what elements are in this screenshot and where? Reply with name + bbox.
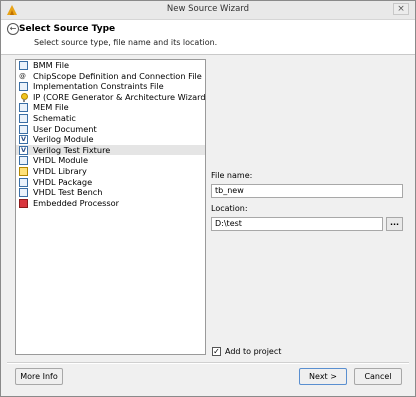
- new-source-wizard-window: New Source Wizard × ← Select Source Type…: [0, 0, 416, 397]
- list-item[interactable]: MEM File: [16, 102, 205, 113]
- list-item-label: VHDL Library: [33, 165, 87, 176]
- list-item-label: VHDL Test Bench: [33, 187, 103, 198]
- list-item-label: MEM File: [33, 102, 69, 113]
- list-item[interactable]: @ ChipScope Definition and Connection Fil…: [16, 71, 205, 82]
- doc-icon: [19, 188, 28, 198]
- list-item-label: Verilog Module: [33, 134, 94, 145]
- add-to-project-label: Add to project: [225, 347, 282, 356]
- verilog-icon: V: [19, 135, 28, 145]
- list-item-label: User Document: [33, 123, 97, 134]
- footer-divider: [7, 362, 409, 364]
- list-item-label: Implementation Constraints File: [33, 81, 164, 92]
- doc-icon: [19, 103, 28, 113]
- processor-icon: [19, 198, 28, 208]
- list-item-label: VHDL Module: [33, 155, 88, 166]
- list-item[interactable]: VHDL Package: [16, 177, 205, 188]
- lightbulb-icon: [19, 92, 28, 102]
- window-title: New Source Wizard: [166, 4, 250, 14]
- browse-button[interactable]: ...: [386, 217, 403, 231]
- doc-icon: [19, 124, 28, 134]
- list-item-label: Schematic: [33, 112, 76, 123]
- more-info-button[interactable]: More Info: [15, 368, 63, 385]
- list-item[interactable]: Schematic: [16, 113, 205, 124]
- doc-icon: [19, 113, 28, 123]
- list-item[interactable]: BMM File: [16, 60, 205, 71]
- list-item[interactable]: VHDL Module: [16, 155, 205, 166]
- list-item[interactable]: V Verilog Test Fixture: [16, 144, 205, 156]
- doc-icon: [19, 82, 28, 92]
- list-item[interactable]: IP (CORE Generator & Architecture Wizard…: [16, 92, 205, 103]
- close-button[interactable]: ×: [393, 3, 409, 15]
- list-item[interactable]: VHDL Library: [16, 166, 205, 177]
- wizard-header: ← Select Source Type Select source type,…: [1, 20, 415, 55]
- doc-icon: [19, 61, 28, 70]
- file-name-input[interactable]: tb_new: [211, 184, 403, 198]
- back-arrow-icon[interactable]: ←: [7, 23, 19, 35]
- list-item-label: ChipScope Definition and Connection File: [33, 70, 202, 81]
- file-name-label: File name:: [211, 171, 253, 180]
- next-button[interactable]: Next >: [299, 368, 347, 385]
- verilog-icon: V: [19, 145, 28, 155]
- page-subtitle: Select source type, file name and its lo…: [34, 38, 218, 47]
- page-title: Select Source Type: [19, 24, 116, 34]
- list-item[interactable]: Implementation Constraints File: [16, 81, 205, 92]
- list-item-label: Embedded Processor: [33, 197, 120, 208]
- add-to-project-checkbox[interactable]: ✓: [212, 347, 221, 356]
- location-label: Location:: [211, 204, 248, 213]
- chipscope-icon: @: [19, 71, 26, 80]
- doc-icon: [19, 177, 28, 187]
- source-type-list[interactable]: BMM File @ ChipScope Definition and Connec…: [15, 59, 206, 355]
- location-input[interactable]: D:\test: [211, 217, 383, 231]
- list-item[interactable]: VHDL Test Bench: [16, 187, 205, 198]
- list-item[interactable]: User Document: [16, 124, 205, 135]
- list-item-label: IP (CORE Generator & Architecture Wizard…: [33, 91, 206, 102]
- list-item-label: Verilog Test Fixture: [33, 144, 111, 155]
- doc-icon: [19, 156, 28, 166]
- library-icon: [19, 166, 28, 176]
- title-bar: New Source Wizard ×: [1, 1, 415, 20]
- cancel-button[interactable]: Cancel: [354, 368, 402, 385]
- list-item[interactable]: V Verilog Module: [16, 134, 205, 145]
- list-item-label: VHDL Package: [33, 176, 93, 187]
- list-item[interactable]: Embedded Processor: [16, 198, 205, 209]
- list-item-label: BMM File: [33, 60, 70, 70]
